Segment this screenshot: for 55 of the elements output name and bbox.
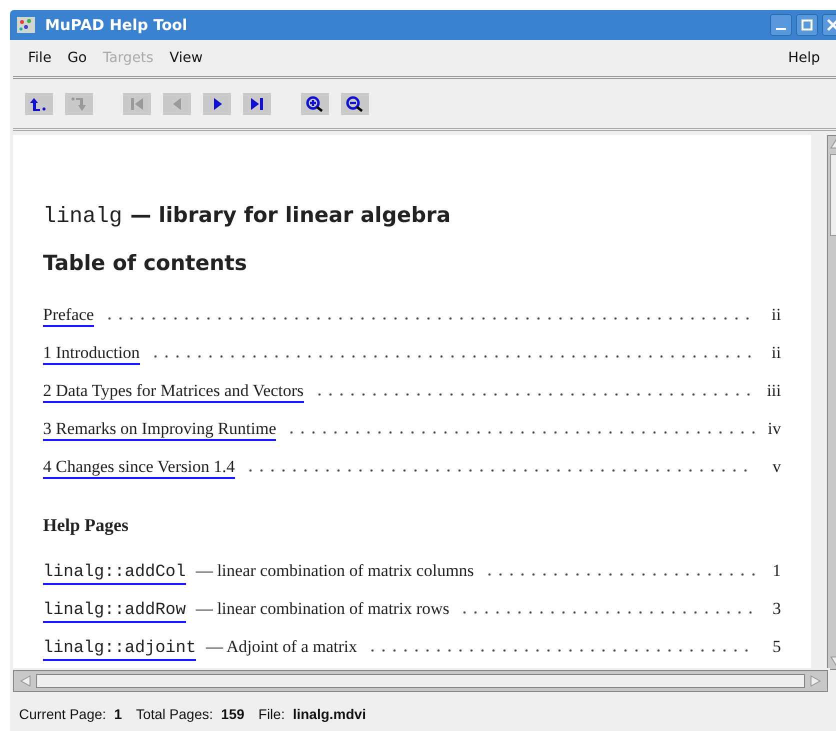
up-arrow-icon xyxy=(30,96,48,112)
toc-link[interactable]: 4 Changes since Version 1.4 xyxy=(43,458,235,479)
page-number: v xyxy=(772,457,781,477)
menu-item[interactable]: Help xyxy=(788,50,820,66)
zoom-out-icon xyxy=(346,96,364,112)
down-arrow-icon xyxy=(70,96,88,112)
up-button[interactable] xyxy=(25,92,53,114)
toc-link[interactable]: 2 Data Types for Matrices and Vectors xyxy=(43,382,304,403)
status-value: linalg.mdvi xyxy=(292,706,366,722)
help-page-description: — Adjoint of a matrix xyxy=(206,637,358,657)
menu-item[interactable]: File xyxy=(28,50,52,66)
status-value: 159 xyxy=(221,706,244,722)
last-page-icon xyxy=(248,96,266,112)
scroll-right-icon[interactable] xyxy=(809,674,823,688)
section-heading: Table of contents xyxy=(43,251,248,275)
first-page-icon xyxy=(128,96,146,112)
page-number: 1 xyxy=(772,561,781,581)
help-page-description: — linear combination of matrix columns xyxy=(196,561,474,581)
section-heading: Help Pages xyxy=(43,515,130,536)
app-icon xyxy=(17,17,35,33)
horizontal-scrollbar[interactable] xyxy=(13,670,828,692)
status-value: 1 xyxy=(114,706,122,722)
library-name: linalg xyxy=(43,204,122,229)
help-page-description: — linear combination of matrix rows xyxy=(196,599,450,619)
toc-link[interactable]: 1 Introduction xyxy=(43,344,140,365)
toc-link[interactable]: Preface xyxy=(43,306,94,327)
scroll-thumb[interactable] xyxy=(36,674,805,688)
next-button[interactable] xyxy=(203,92,231,114)
page-number: ii xyxy=(770,343,781,363)
maximize-button[interactable] xyxy=(796,14,818,36)
menu-item[interactable]: View xyxy=(169,50,203,66)
status-label: Current Page: xyxy=(19,706,106,722)
zoom-out-button[interactable] xyxy=(341,92,369,114)
help-page-link[interactable]: linalg::addRow xyxy=(43,602,186,623)
page-number: 5 xyxy=(772,637,781,657)
document-title: — library for linear algebra xyxy=(130,203,451,227)
zoom-in-button[interactable] xyxy=(301,92,329,114)
minimize-button[interactable] xyxy=(770,14,792,36)
status-label: Total Pages: xyxy=(136,706,214,722)
help-page-link[interactable]: linalg::adjoint xyxy=(43,640,196,661)
page-number: ii xyxy=(770,305,781,325)
maximize-icon xyxy=(801,19,813,31)
minimize-icon xyxy=(776,28,786,30)
help-page-link[interactable]: linalg::addCol xyxy=(43,564,186,585)
last-button[interactable] xyxy=(243,92,271,114)
toc-link[interactable]: 3 Remarks on Improving Runtime xyxy=(43,420,276,441)
page-number: iv xyxy=(766,419,781,439)
close-icon xyxy=(827,19,836,31)
zoom-in-icon xyxy=(306,96,324,112)
window-title: MuPAD Help Tool xyxy=(45,16,188,34)
menu-item[interactable]: Go xyxy=(67,50,87,66)
page-number: iii xyxy=(766,381,781,401)
scroll-left-icon[interactable] xyxy=(18,674,32,688)
page-number: 3 xyxy=(772,599,781,619)
status-label: File: xyxy=(258,706,285,722)
